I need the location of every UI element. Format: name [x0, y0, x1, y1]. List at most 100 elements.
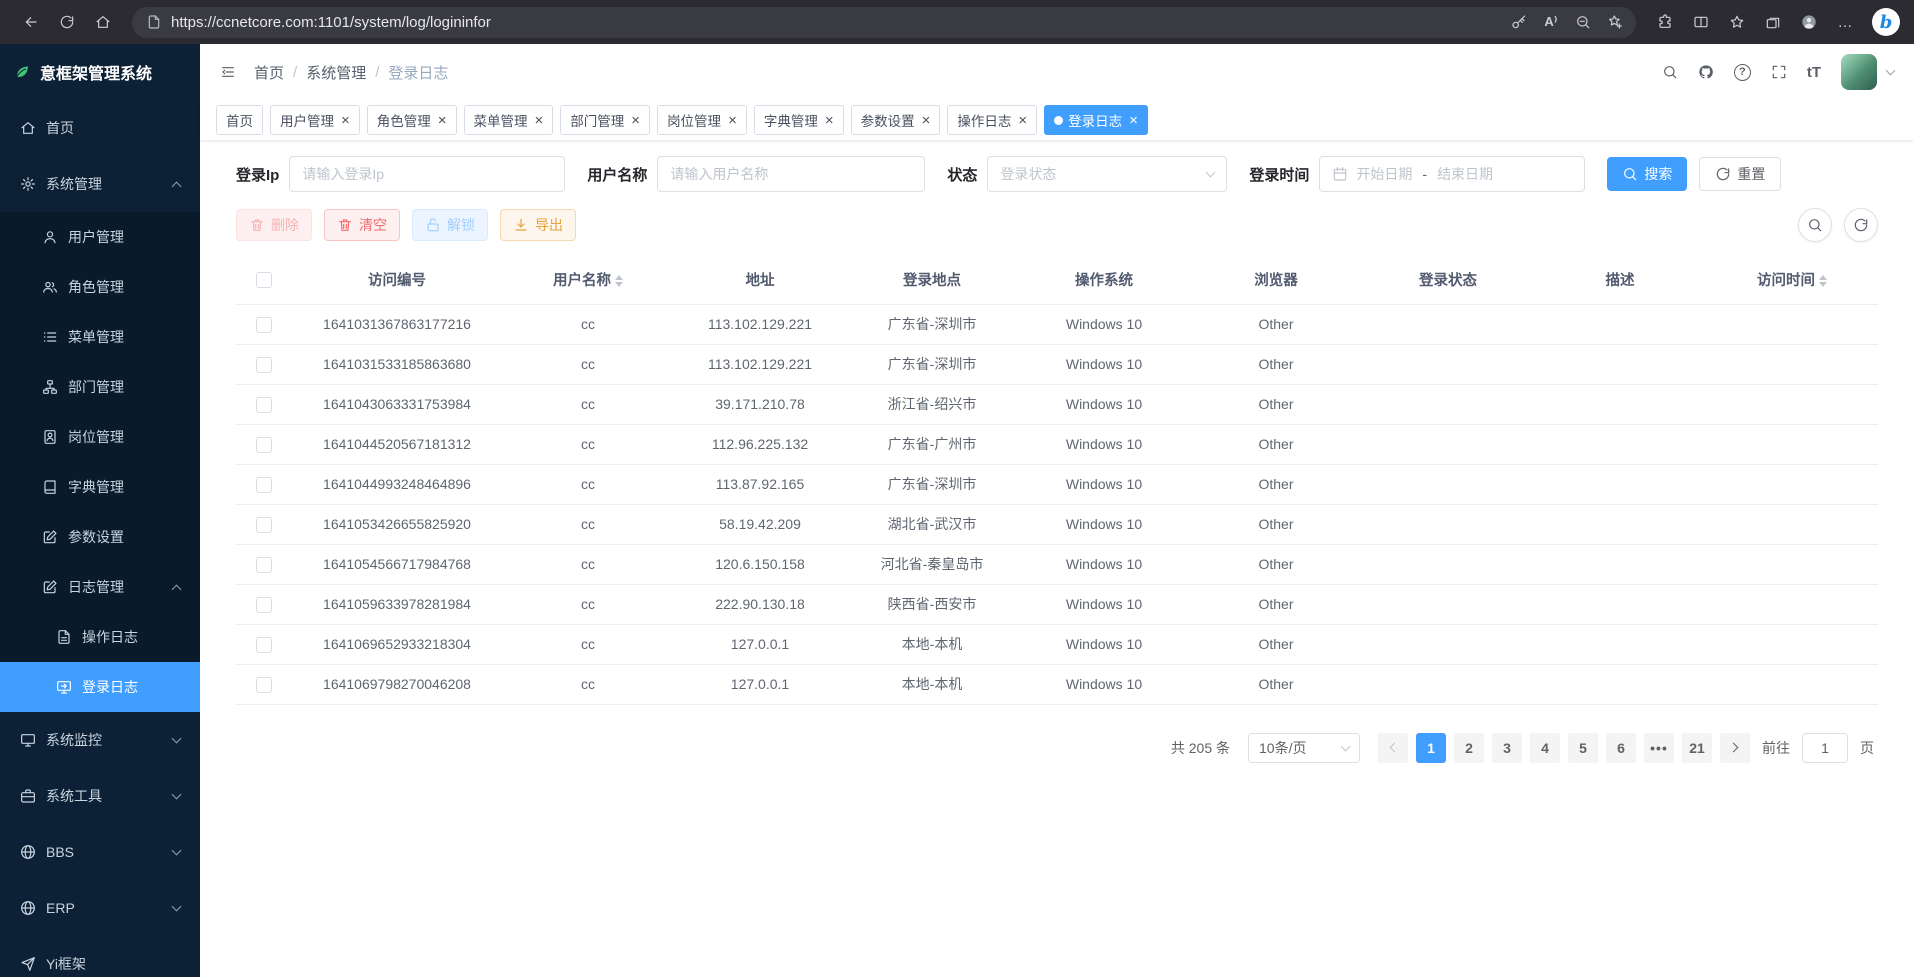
reset-button[interactable]: 重置: [1699, 157, 1781, 191]
toggle-search-button[interactable]: [1798, 208, 1832, 242]
browser-back-button[interactable]: [14, 5, 48, 39]
sidebar-item-system-tools[interactable]: 系统工具: [0, 768, 200, 824]
page-button-2[interactable]: 2: [1454, 733, 1484, 763]
refresh-table-button[interactable]: [1844, 208, 1878, 242]
extensions-icon[interactable]: [1648, 5, 1682, 39]
close-icon[interactable]: ×: [535, 113, 544, 128]
page-size-select[interactable]: 10条/页: [1248, 733, 1360, 763]
font-size-icon[interactable]: tT: [1807, 64, 1821, 81]
copilot-icon[interactable]: b: [1872, 8, 1900, 36]
sidebar-fold-icon[interactable]: [220, 64, 236, 80]
github-icon[interactable]: [1698, 64, 1714, 80]
sort-icon[interactable]: [615, 271, 623, 291]
page-button-3[interactable]: 3: [1492, 733, 1522, 763]
row-checkbox[interactable]: [256, 317, 272, 333]
row-checkbox[interactable]: [256, 477, 272, 493]
close-icon[interactable]: ×: [922, 113, 931, 128]
close-icon[interactable]: ×: [1129, 113, 1138, 128]
add-favorite-icon[interactable]: [1600, 9, 1630, 36]
date-range-picker[interactable]: 开始日期 - 结束日期: [1319, 156, 1585, 192]
more-pages-button[interactable]: •••: [1644, 733, 1674, 763]
zoom-out-icon[interactable]: [1568, 9, 1598, 36]
page-button-1[interactable]: 1: [1416, 733, 1446, 763]
tab-post-mgmt[interactable]: 岗位管理×: [657, 105, 747, 135]
favorites-bar-icon[interactable]: [1720, 5, 1754, 39]
page-button-6[interactable]: 6: [1606, 733, 1636, 763]
tab-param-settings[interactable]: 参数设置×: [851, 105, 941, 135]
tab-op-log[interactable]: 操作日志×: [947, 105, 1037, 135]
login-ip-input[interactable]: [289, 156, 565, 192]
delete-button[interactable]: 删除: [236, 209, 312, 241]
row-checkbox[interactable]: [256, 637, 272, 653]
sidebar-item-yi-framework[interactable]: Yi框架: [0, 936, 200, 977]
tab-user-mgmt[interactable]: 用户管理×: [270, 105, 360, 135]
select-all-checkbox[interactable]: [256, 272, 272, 288]
row-checkbox[interactable]: [256, 597, 272, 613]
collections-icon[interactable]: [1756, 5, 1790, 39]
sidebar-item-menu-mgmt[interactable]: 菜单管理: [0, 312, 200, 362]
page-button-5[interactable]: 5: [1568, 733, 1598, 763]
page-button-4[interactable]: 4: [1530, 733, 1560, 763]
row-checkbox[interactable]: [256, 557, 272, 573]
split-screen-icon[interactable]: [1684, 5, 1718, 39]
tab-menu-mgmt[interactable]: 菜单管理×: [464, 105, 554, 135]
password-key-icon[interactable]: [1504, 9, 1534, 36]
tab-role-mgmt[interactable]: 角色管理×: [367, 105, 457, 135]
sort-icon[interactable]: [1819, 271, 1827, 291]
row-checkbox[interactable]: [256, 397, 272, 413]
sidebar-item-home[interactable]: 首页: [0, 100, 200, 156]
close-icon[interactable]: ×: [631, 113, 640, 128]
user-name-input[interactable]: [657, 156, 925, 192]
clear-button[interactable]: 清空: [324, 209, 400, 241]
close-icon[interactable]: ×: [825, 113, 834, 128]
tab-login-log[interactable]: 登录日志×: [1044, 105, 1148, 135]
col-time[interactable]: 访问时间: [1706, 256, 1878, 304]
sidebar-item-op-log[interactable]: 操作日志: [0, 612, 200, 662]
browser-profile-avatar[interactable]: [1792, 5, 1826, 39]
browser-home-button[interactable]: [86, 5, 120, 39]
sidebar-item-log-mgmt[interactable]: 日志管理: [0, 562, 200, 612]
close-icon[interactable]: ×: [1018, 113, 1027, 128]
fullscreen-icon[interactable]: [1771, 64, 1787, 80]
breadcrumb-system-mgmt[interactable]: 系统管理: [306, 62, 366, 83]
sidebar-item-login-log[interactable]: 登录日志: [0, 662, 200, 712]
sidebar-item-param-settings[interactable]: 参数设置: [0, 512, 200, 562]
read-aloud-icon[interactable]: A⁾: [1536, 9, 1566, 36]
sidebar-item-system-monitor[interactable]: 系统监控: [0, 712, 200, 768]
sidebar-item-bbs[interactable]: BBS: [0, 824, 200, 880]
browser-address-bar[interactable]: https://ccnetcore.com:1101/system/log/lo…: [132, 7, 1636, 38]
col-user-name[interactable]: 用户名称: [502, 256, 674, 304]
browser-refresh-button[interactable]: [50, 5, 84, 39]
row-checkbox[interactable]: [256, 677, 272, 693]
browser-menu-icon[interactable]: …: [1828, 5, 1862, 39]
prev-page-button[interactable]: [1378, 733, 1408, 763]
export-button[interactable]: 导出: [500, 209, 576, 241]
user-avatar[interactable]: [1841, 54, 1877, 90]
sidebar-item-post-mgmt[interactable]: 岗位管理: [0, 412, 200, 462]
help-icon[interactable]: ?: [1734, 64, 1751, 81]
header-search-icon[interactable]: [1662, 64, 1678, 80]
row-checkbox[interactable]: [256, 437, 272, 453]
sidebar-item-system-mgmt[interactable]: 系统管理: [0, 156, 200, 212]
status-select[interactable]: 登录状态: [987, 156, 1227, 192]
tab-dict-mgmt[interactable]: 字典管理×: [754, 105, 844, 135]
jump-page-input[interactable]: [1802, 733, 1848, 763]
sidebar-item-dept-mgmt[interactable]: 部门管理: [0, 362, 200, 412]
page-button-21[interactable]: 21: [1682, 733, 1712, 763]
row-checkbox[interactable]: [256, 357, 272, 373]
search-button[interactable]: 搜索: [1607, 157, 1687, 191]
row-checkbox[interactable]: [256, 517, 272, 533]
next-page-button[interactable]: [1720, 733, 1750, 763]
breadcrumb-home[interactable]: 首页: [254, 62, 284, 83]
unlock-button[interactable]: 解锁: [412, 209, 488, 241]
sidebar-item-erp[interactable]: ERP: [0, 880, 200, 936]
close-icon[interactable]: ×: [728, 113, 737, 128]
sidebar-item-dict-mgmt[interactable]: 字典管理: [0, 462, 200, 512]
tab-dept-mgmt[interactable]: 部门管理×: [560, 105, 650, 135]
close-icon[interactable]: ×: [341, 113, 350, 128]
avatar-caret-icon[interactable]: [1886, 66, 1896, 76]
close-icon[interactable]: ×: [438, 113, 447, 128]
tab-home[interactable]: 首页: [216, 105, 263, 135]
sidebar-item-role-mgmt[interactable]: 角色管理: [0, 262, 200, 312]
sidebar-item-user-mgmt[interactable]: 用户管理: [0, 212, 200, 262]
